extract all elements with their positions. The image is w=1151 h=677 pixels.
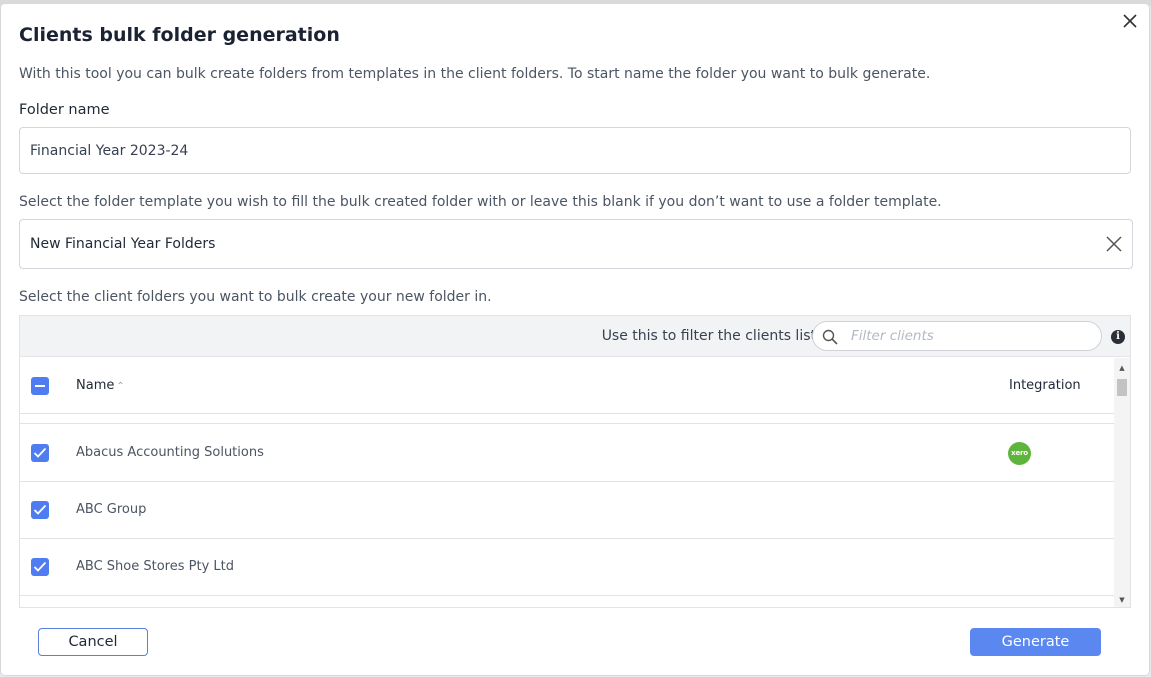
sort-ascending-icon: ⌃ xyxy=(116,381,125,392)
folder-name-input[interactable]: Financial Year 2023-24 xyxy=(19,127,1131,174)
client-name: ABC Group xyxy=(76,502,147,517)
scroll-down-arrow-icon[interactable]: ▼ xyxy=(1118,596,1126,604)
folder-name-label: Folder name xyxy=(19,102,110,118)
select-all-checkbox[interactable] xyxy=(31,377,49,395)
filter-clients-field[interactable] xyxy=(812,321,1102,351)
scroll-up-arrow-icon[interactable]: ▲ xyxy=(1118,364,1126,372)
row-checkbox[interactable] xyxy=(31,558,49,576)
generate-button[interactable]: Generate xyxy=(970,628,1101,656)
check-icon xyxy=(33,504,47,515)
row-checkbox[interactable] xyxy=(31,501,49,519)
table-scrollbar[interactable]: ▲ ▼ xyxy=(1114,358,1130,607)
table-row[interactable]: ABC Group xyxy=(20,482,1114,539)
dialog-intro: With this tool you can bulk create folde… xyxy=(19,66,931,82)
dialog-title: Clients bulk folder generation xyxy=(19,24,340,46)
name-column-label: Name xyxy=(76,378,115,393)
scroll-thumb[interactable] xyxy=(1117,379,1127,396)
table-spacer-row xyxy=(20,415,1114,424)
clients-description: Select the client folders you want to bu… xyxy=(19,289,492,305)
client-name: Abacus Accounting Solutions xyxy=(76,445,264,460)
search-icon xyxy=(822,329,838,345)
table-row[interactable]: Abacus Accounting Solutions xero xyxy=(20,425,1114,482)
row-checkbox[interactable] xyxy=(31,444,49,462)
template-description: Select the folder template you wish to f… xyxy=(19,194,942,210)
folder-name-value: Financial Year 2023-24 xyxy=(30,142,189,159)
filter-clients-input[interactable] xyxy=(849,326,1089,346)
clients-table: Use this to filter the clients list i Na… xyxy=(19,315,1131,608)
check-icon xyxy=(33,447,47,458)
check-icon xyxy=(33,561,47,572)
close-icon[interactable] xyxy=(1121,12,1139,30)
table-row[interactable]: ABC Shoe Stores Pty Ltd xyxy=(20,539,1114,596)
integration-column-header: Integration xyxy=(1009,378,1081,393)
cancel-button[interactable]: Cancel xyxy=(38,628,148,656)
bulk-folder-dialog: Clients bulk folder generation With this… xyxy=(1,4,1149,675)
client-name: ABC Shoe Stores Pty Ltd xyxy=(76,559,234,574)
clear-icon[interactable] xyxy=(1105,235,1123,253)
filter-bar: Use this to filter the clients list i xyxy=(20,316,1130,357)
filter-label: Use this to filter the clients list xyxy=(601,328,816,344)
folder-template-select[interactable]: New Financial Year Folders xyxy=(19,219,1133,269)
folder-template-value: New Financial Year Folders xyxy=(30,236,216,252)
name-column-header[interactable]: Name ⌃ xyxy=(76,378,125,393)
info-icon[interactable]: i xyxy=(1111,330,1125,344)
table-header: Name ⌃ Integration xyxy=(20,358,1114,414)
xero-icon: xero xyxy=(1008,442,1031,465)
